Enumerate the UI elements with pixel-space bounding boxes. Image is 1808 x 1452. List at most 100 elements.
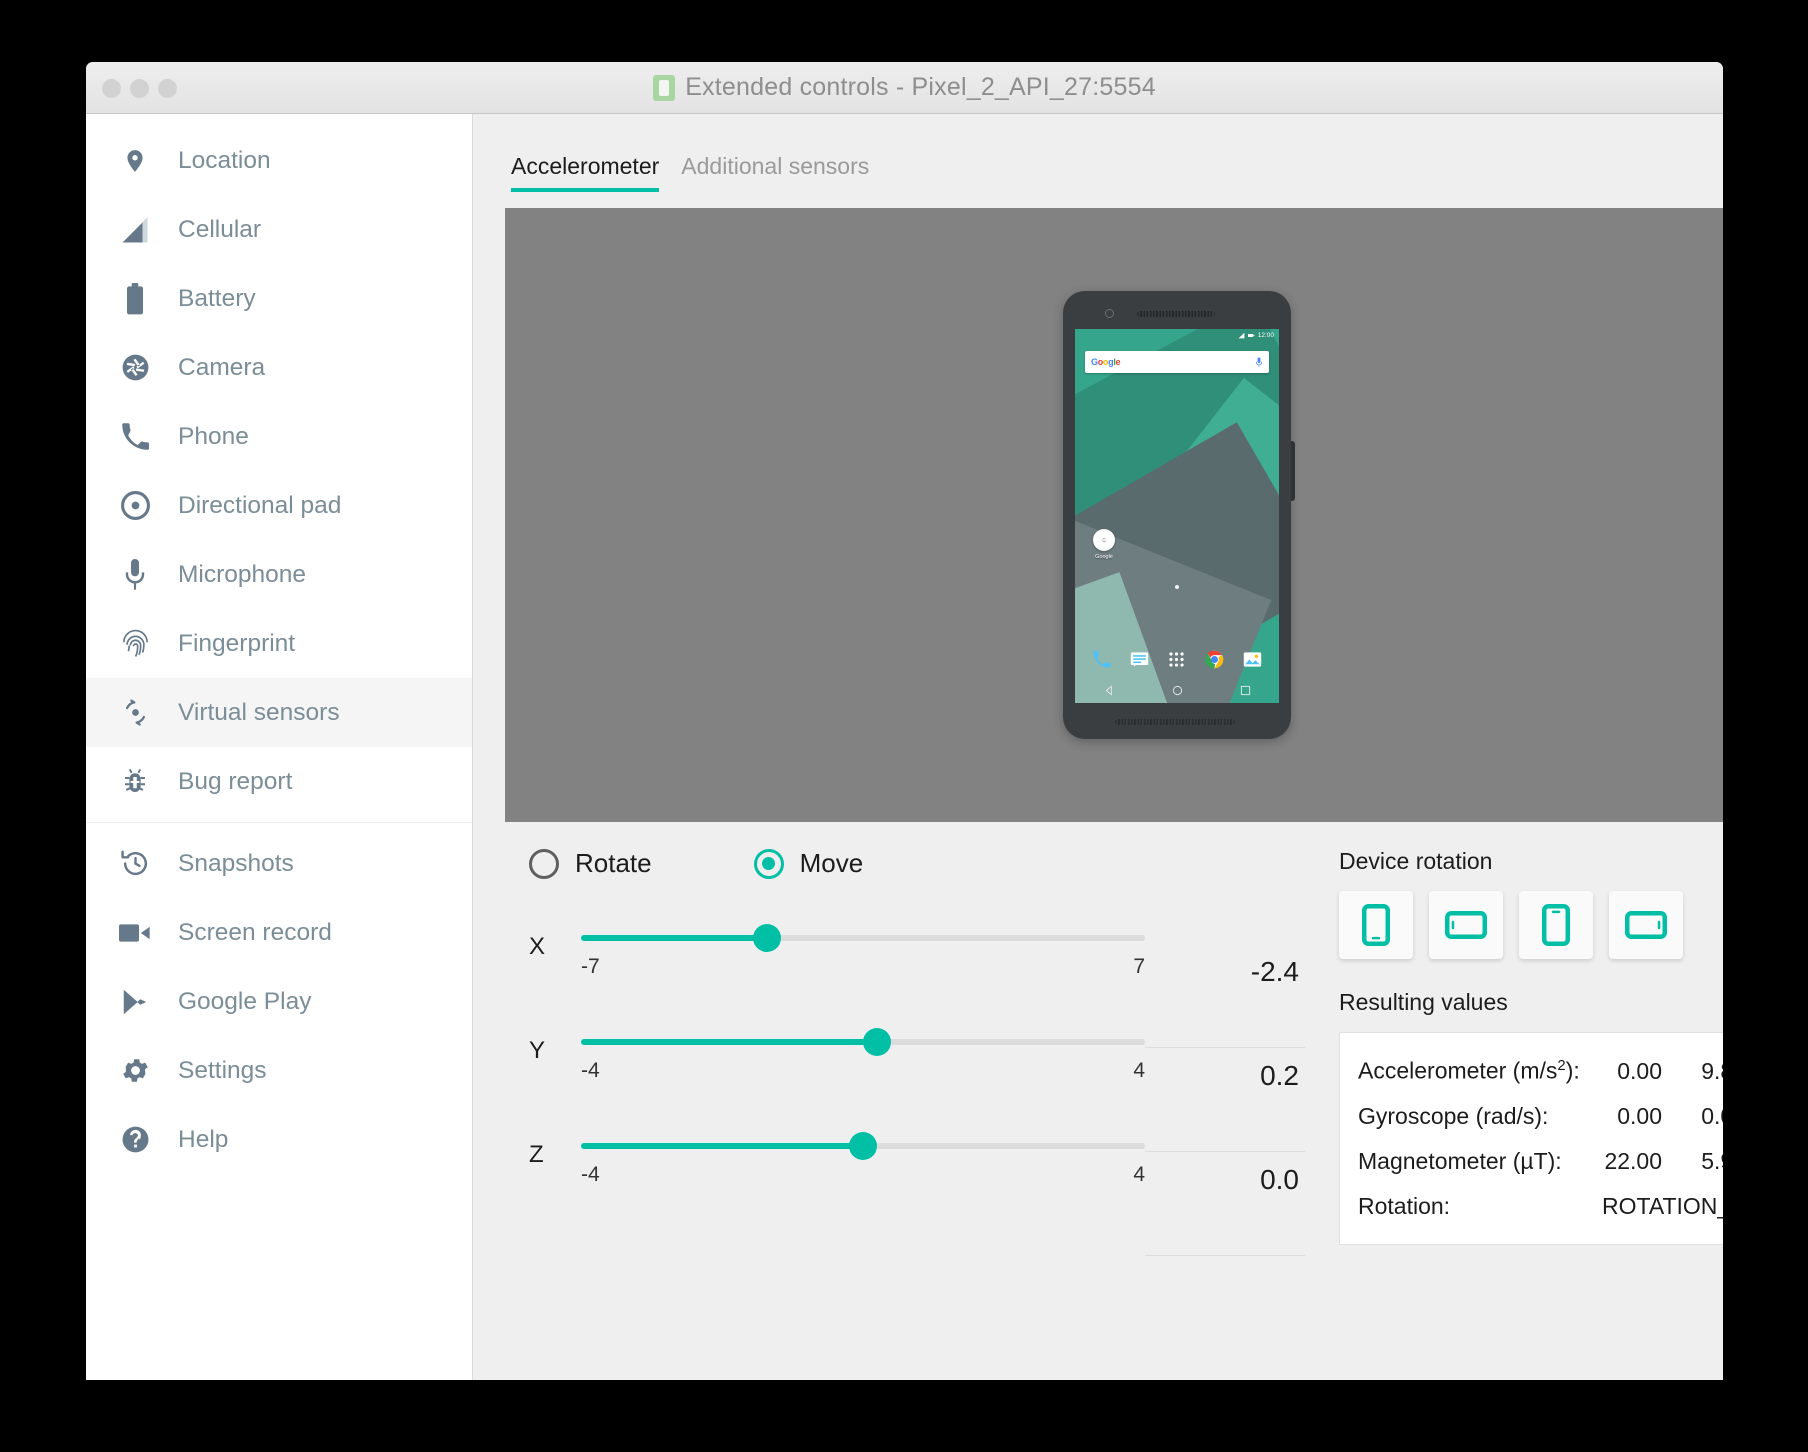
google-app-label: Google xyxy=(1095,554,1113,560)
home-page-indicator xyxy=(1175,585,1179,589)
android-dock xyxy=(1075,645,1279,673)
slider-x-track[interactable] xyxy=(581,924,1145,952)
slider-y[interactable]: -4 4 xyxy=(581,1019,1145,1083)
sidebar-item-label: Fingerprint xyxy=(178,629,296,657)
slider-z[interactable]: -4 4 xyxy=(581,1123,1145,1187)
sidebar-item-battery[interactable]: Battery xyxy=(86,264,472,333)
slider-x[interactable]: -7 7 xyxy=(581,915,1145,979)
sidebar-item-virtual-sensors[interactable]: Virtual sensors xyxy=(86,678,472,747)
location-pin-icon xyxy=(118,144,152,178)
sidebar-item-microphone[interactable]: Microphone xyxy=(86,540,472,609)
value-x[interactable]: -2.4 xyxy=(1145,944,1305,1048)
phone-handset-icon xyxy=(118,420,152,454)
window-traffic-lights[interactable] xyxy=(102,79,177,98)
slider-z-max: 4 xyxy=(1133,1163,1145,1186)
slider-y-track[interactable] xyxy=(581,1028,1145,1056)
google-search-widget[interactable]: Google xyxy=(1085,351,1269,373)
bottom-speaker xyxy=(1115,719,1235,725)
tab-additional-sensors[interactable]: Additional sensors xyxy=(681,153,869,192)
radio-move[interactable]: Move xyxy=(753,848,864,879)
nav-back-icon xyxy=(1105,684,1112,696)
sidebar-item-location[interactable]: Location xyxy=(86,126,472,195)
sidebar-item-bug-report[interactable]: Bug report xyxy=(86,747,472,816)
dock-chrome-icon xyxy=(1205,650,1224,668)
landscape-left-icon xyxy=(1445,911,1487,939)
sidebar: Location Cellular Battery Camera Phone D… xyxy=(86,114,473,1380)
rotation-landscape-right-button[interactable] xyxy=(1609,891,1683,959)
resulting-values-row-gyroscope: Gyroscope (rad/s): 0.00 0.00 0.00 xyxy=(1358,1103,1723,1130)
value-z[interactable]: 0.0 xyxy=(1145,1152,1305,1256)
sidebar-item-google-play[interactable]: Google Play xyxy=(86,967,472,1036)
slider-x-thumb[interactable] xyxy=(752,924,781,952)
sidebar-item-camera[interactable]: Camera xyxy=(86,333,472,402)
nav-home-icon xyxy=(1172,685,1182,695)
sidebar-item-phone[interactable]: Phone xyxy=(86,402,472,471)
cellular-signal-icon xyxy=(118,213,152,247)
slider-y-fill xyxy=(581,1039,878,1045)
radio-move-label: Move xyxy=(799,848,864,878)
radio-rotate[interactable]: Rotate xyxy=(529,848,652,879)
sidebar-divider xyxy=(86,822,472,823)
slider-z-fill xyxy=(581,1143,863,1149)
sidebar-item-directional-pad[interactable]: Directional pad xyxy=(86,471,472,540)
radio-move-circle xyxy=(753,848,784,879)
radio-rotate-circle xyxy=(529,848,559,879)
extended-controls-window: Extended controls - Pixel_2_API_27:5554 … xyxy=(86,62,1723,1380)
sidebar-item-screen-record[interactable]: Screen record xyxy=(86,898,472,967)
title-bar: Extended controls - Pixel_2_API_27:5554 xyxy=(86,62,1723,114)
dock-messages-icon xyxy=(1130,651,1149,667)
sidebar-item-help[interactable]: Help xyxy=(86,1105,472,1174)
voice-search-mic-icon xyxy=(1256,356,1262,367)
maximize-window-button[interactable] xyxy=(158,79,177,98)
slider-x-max: 7 xyxy=(1133,955,1145,978)
rotation-landscape-left-button[interactable] xyxy=(1429,891,1503,959)
rotation-label: Rotation: xyxy=(1358,1192,1451,1219)
rotation-portrait-button[interactable] xyxy=(1339,891,1413,959)
gyroscope-label: Gyroscope (rad/s): xyxy=(1358,1102,1549,1129)
magnetometer-x: 22.00 xyxy=(1604,1147,1662,1174)
sidebar-item-label: Cellular xyxy=(178,215,262,243)
gyroscope-x: 0.00 xyxy=(1617,1102,1662,1129)
sidebar-item-settings[interactable]: Settings xyxy=(86,1036,472,1105)
tab-accelerometer[interactable]: Accelerometer xyxy=(511,153,660,192)
video-camera-icon xyxy=(118,916,152,950)
gyroscope-y: 0.00 xyxy=(1701,1102,1723,1129)
axis-label-y: Y xyxy=(529,1037,546,1064)
device-preview[interactable]: 12:00 Google G Google xyxy=(505,208,1723,822)
help-circle-icon xyxy=(118,1123,152,1157)
slider-x-fill xyxy=(581,935,767,941)
window-title-group: Extended controls - Pixel_2_API_27:5554 xyxy=(653,73,1156,102)
accelerometer-y: 9.81 xyxy=(1701,1057,1723,1084)
resulting-values-row-rotation: Rotation: ROTATION_0 xyxy=(1358,1193,1723,1220)
nav-recents-icon xyxy=(1240,685,1250,695)
sidebar-item-snapshots[interactable]: Snapshots xyxy=(86,829,472,898)
google-app-shortcut[interactable]: G Google xyxy=(1089,529,1119,560)
sidebar-item-fingerprint[interactable]: Fingerprint xyxy=(86,609,472,678)
sidebar-item-label: Camera xyxy=(178,353,266,381)
radio-rotate-label: Rotate xyxy=(575,848,652,878)
value-y[interactable]: 0.2 xyxy=(1145,1048,1305,1152)
rotation-portrait-upside-down-button[interactable] xyxy=(1519,891,1593,959)
accelerometer-label: Accelerometer (m/s2): xyxy=(1358,1057,1580,1084)
sidebar-item-label: Snapshots xyxy=(178,849,294,877)
google-g-icon: G xyxy=(1093,529,1115,551)
sidebar-item-cellular[interactable]: Cellular xyxy=(86,195,472,264)
minimize-window-button[interactable] xyxy=(130,79,149,98)
sidebar-item-label: Microphone xyxy=(178,560,307,588)
slider-z-track[interactable] xyxy=(581,1132,1145,1160)
sidebar-item-label: Virtual sensors xyxy=(178,698,340,726)
resulting-values-row-magnetometer: Magnetometer (µT): 22.00 5.90 43.10 xyxy=(1358,1148,1723,1175)
sidebar-item-label: Bug report xyxy=(178,767,293,795)
device-rotation-buttons xyxy=(1339,891,1723,959)
axis-label-z: Z xyxy=(529,1141,544,1168)
slider-z-range: -4 4 xyxy=(581,1163,1145,1187)
window-body: Location Cellular Battery Camera Phone D… xyxy=(86,114,1723,1380)
close-window-button[interactable] xyxy=(102,79,121,98)
dock-phone-icon xyxy=(1093,650,1111,668)
camera-aperture-icon xyxy=(118,351,152,385)
slider-z-thumb[interactable] xyxy=(849,1132,877,1160)
slider-z-min: -4 xyxy=(581,1163,600,1186)
android-status-bar: 12:00 xyxy=(1075,329,1279,342)
slider-y-thumb[interactable] xyxy=(863,1028,892,1056)
phone-screen: 12:00 Google G Google xyxy=(1075,329,1279,703)
